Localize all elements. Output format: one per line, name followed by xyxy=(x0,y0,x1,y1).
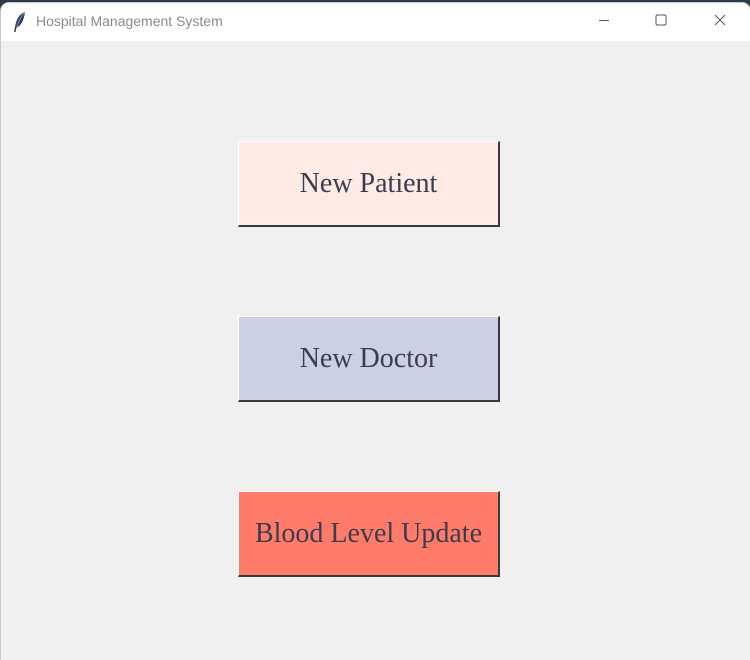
feather-icon xyxy=(12,11,28,33)
maximize-button[interactable] xyxy=(638,3,684,41)
window-title: Hospital Management System xyxy=(36,13,223,29)
new-doctor-button[interactable]: New Doctor xyxy=(238,316,500,402)
minimize-icon xyxy=(598,13,610,31)
blood-level-update-button[interactable]: Blood Level Update xyxy=(238,491,500,577)
title-bar[interactable]: Hospital Management System xyxy=(1,3,750,41)
maximize-icon xyxy=(655,13,667,31)
close-icon xyxy=(714,13,726,31)
minimize-button[interactable] xyxy=(581,3,627,41)
app-window: Hospital Management System New Patient N… xyxy=(1,3,750,660)
main-panel: New Patient New Doctor Blood Level Updat… xyxy=(1,41,750,660)
new-patient-button[interactable]: New Patient xyxy=(238,141,500,227)
close-button[interactable] xyxy=(697,3,743,41)
